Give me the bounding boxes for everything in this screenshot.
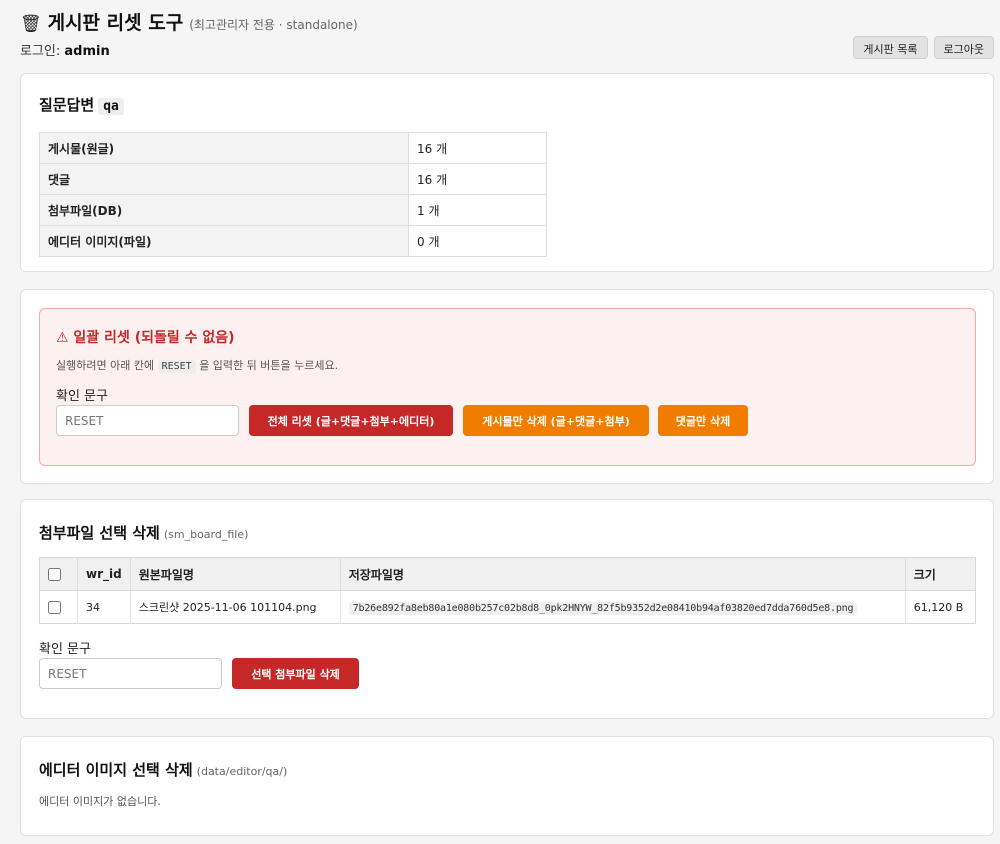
table-row: 에디터 이미지(파일) 0 개	[39, 225, 547, 257]
stat-value: 1 개	[408, 194, 547, 226]
files-confirm-input[interactable]	[39, 658, 222, 689]
files-title-text: 첨부파일 선택 삭제	[39, 524, 160, 542]
table-header-row: wr_id 원본파일명 저장파일명 크기	[39, 557, 976, 591]
reset-confirm-label: 확인 문구	[56, 389, 108, 404]
board-code: qa	[98, 98, 124, 115]
top-buttons: 게시판 목록 로그아웃	[853, 36, 994, 59]
page-subtitle: (최고관리자 전용 · standalone)	[189, 18, 358, 32]
delete-posts-button[interactable]: 게시물만 삭제 (글+댓글+첨부)	[463, 405, 649, 436]
stat-label: 게시물(원글)	[39, 132, 409, 164]
delete-comments-button[interactable]: 댓글만 삭제	[658, 405, 748, 436]
col-saved-name: 저장파일명	[340, 557, 906, 591]
reset-title: ⚠ 일괄 리셋 (되돌릴 수 없음)	[56, 330, 235, 346]
page-title: 게시판 리셋 도구	[47, 12, 184, 34]
select-all-checkbox[interactable]	[48, 568, 61, 581]
login-user: admin	[64, 44, 110, 59]
logout-button[interactable]: 로그아웃	[933, 36, 994, 59]
board-stats-table: 게시물(원글) 16 개 댓글 16 개 첨부파일(DB) 1 개 에디터 이미…	[39, 132, 547, 257]
files-title: 첨부파일 선택 삭제 (sm_board_file)	[39, 522, 248, 543]
page-header: 🗑 게시판 리셋 도구 (최고관리자 전용 · standalone) 로그인:…	[20, 8, 994, 64]
table-row: 댓글 16 개	[39, 163, 547, 195]
table-row: 게시물(원글) 16 개	[39, 132, 547, 164]
stat-value: 0 개	[408, 225, 547, 257]
stat-value: 16 개	[408, 132, 547, 164]
editor-title: 에디터 이미지 선택 삭제 (data/editor/qa/)	[39, 759, 287, 780]
row-saved-name-cell: 7b26e892fa8eb80a1e080b257c02b8d8_0pk2HNY…	[340, 590, 906, 624]
files-confirm-label: 확인 문구	[39, 642, 91, 657]
row-saved-name: 7b26e892fa8eb80a1e080b257c02b8d8_0pk2HNY…	[348, 601, 858, 615]
reset-all-button[interactable]: 전체 리셋 (글+댓글+첨부+에디터)	[249, 405, 453, 436]
stat-label: 첨부파일(DB)	[39, 194, 409, 226]
files-table: wr_id 원본파일명 저장파일명 크기 34 스크린샷 2025-11-06 …	[39, 557, 976, 624]
reset-desc-code: RESET	[157, 360, 196, 373]
trash-icon: 🗑	[20, 14, 42, 34]
editor-subtitle: (data/editor/qa/)	[196, 765, 288, 778]
col-orig-name: 원본파일명	[130, 557, 341, 591]
editor-title-text: 에디터 이미지 선택 삭제	[39, 761, 193, 779]
reset-desc-after: 을 입력한 뒤 버튼을 누르세요.	[199, 359, 339, 372]
stat-label: 에디터 이미지(파일)	[39, 225, 409, 257]
select-all-cell	[39, 557, 78, 591]
row-checkbox[interactable]	[48, 600, 61, 614]
files-card: 첨부파일 선택 삭제 (sm_board_file) wr_id 원본파일명 저장…	[20, 499, 994, 719]
table-row: 첨부파일(DB) 1 개	[39, 194, 547, 226]
reset-confirm-input[interactable]	[56, 405, 239, 436]
danger-box: ⚠ 일괄 리셋 (되돌릴 수 없음) 실행하려면 아래 칸에 RESET 을 입…	[39, 308, 976, 466]
stat-value: 16 개	[408, 163, 547, 195]
row-size: 61,120 B	[913, 600, 964, 614]
login-info: 로그인: admin	[20, 40, 110, 59]
col-wr-id: wr_id	[77, 557, 131, 591]
reset-card: ⚠ 일괄 리셋 (되돌릴 수 없음) 실행하려면 아래 칸에 RESET 을 입…	[20, 289, 994, 484]
login-label: 로그인:	[20, 44, 61, 59]
row-orig-name: 스크린샷 2025-11-06 101104.png	[130, 590, 341, 624]
files-subtitle: (sm_board_file)	[163, 528, 249, 541]
row-wr-id: 34	[77, 590, 131, 624]
editor-card: 에디터 이미지 선택 삭제 (data/editor/qa/) 에디터 이미지가 …	[20, 736, 994, 836]
row-select-cell	[39, 590, 78, 624]
table-row: 34 스크린샷 2025-11-06 101104.png 7b26e892fa…	[39, 590, 976, 624]
reset-description: 실행하려면 아래 칸에 RESET 을 입력한 뒤 버튼을 누르세요.	[56, 357, 338, 373]
board-name: 질문답변	[39, 96, 95, 114]
board-list-button[interactable]: 게시판 목록	[853, 36, 928, 59]
reset-desc-before: 실행하려면 아래 칸에	[56, 359, 155, 372]
editor-empty-message: 에디터 이미지가 없습니다.	[39, 795, 161, 808]
stat-label: 댓글	[39, 163, 409, 195]
board-title: 질문답변 qa	[39, 94, 124, 115]
col-size: 크기	[905, 557, 976, 591]
board-stats-card: 질문답변 qa 게시물(원글) 16 개 댓글 16 개 첨부파일(DB) 1 개…	[20, 73, 994, 272]
title-row: 🗑 게시판 리셋 도구 (최고관리자 전용 · standalone)	[20, 8, 994, 35]
delete-selected-files-button[interactable]: 선택 첨부파일 삭제	[232, 658, 359, 689]
